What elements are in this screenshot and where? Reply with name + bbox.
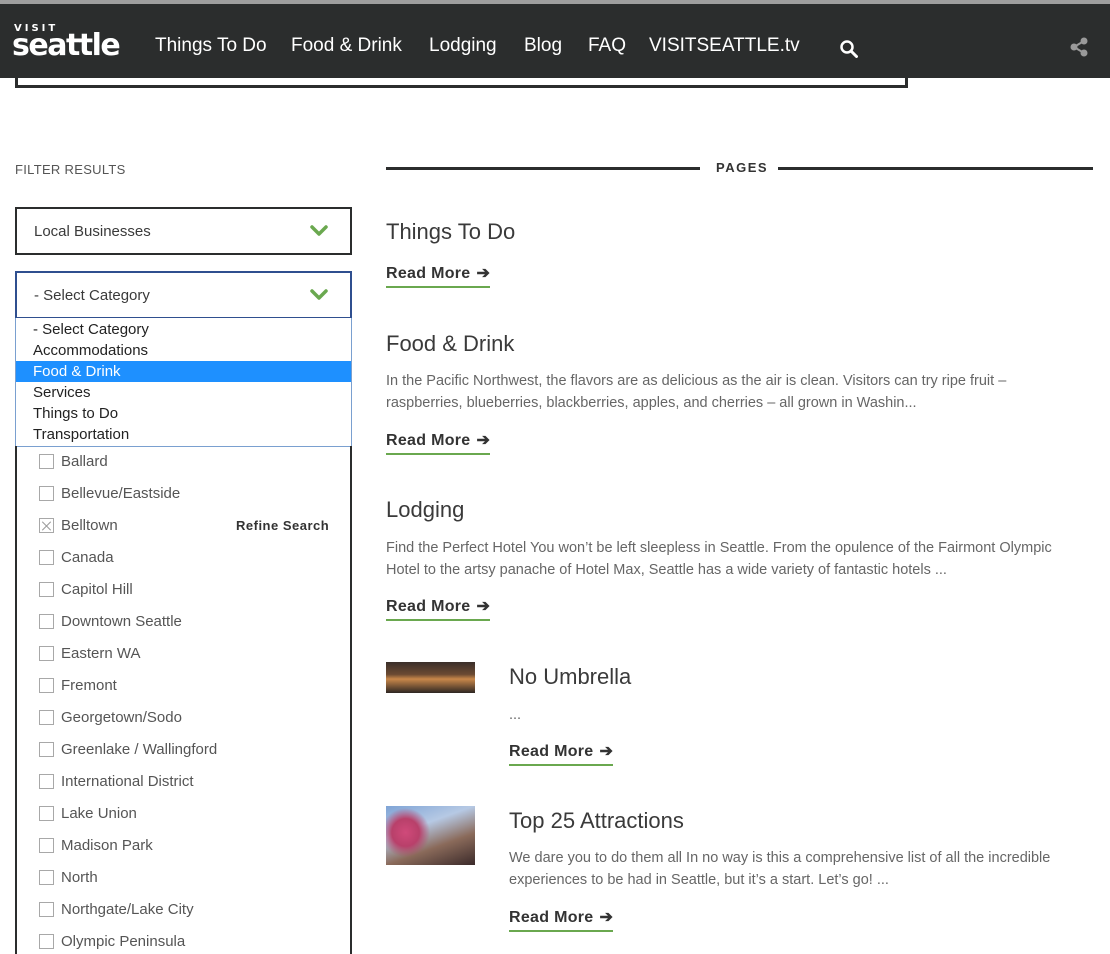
result-thumbnail[interactable] [386, 662, 475, 693]
section-divider [386, 167, 700, 170]
checkbox[interactable] [39, 678, 54, 693]
checkbox[interactable] [39, 742, 54, 757]
nav-lodging[interactable]: Lodging [429, 34, 497, 58]
checkbox[interactable] [39, 870, 54, 885]
category-option-transportation[interactable]: Transportation [16, 424, 351, 445]
neighborhood-label: Fremont [61, 677, 117, 694]
arrow-right-icon: ➔ [599, 743, 614, 760]
checkbox[interactable] [39, 902, 54, 917]
result-title[interactable]: Lodging [386, 497, 464, 523]
category-option-accommodations[interactable]: Accommodations [16, 340, 351, 361]
read-more-link[interactable]: Read More ➔ [509, 741, 614, 766]
category-option-things-to-do[interactable]: Things to Do [16, 403, 351, 424]
read-more-label: Read More [386, 432, 471, 449]
refine-search-button[interactable]: Refine Search [236, 518, 329, 533]
read-more-link[interactable]: Read More ➔ [386, 263, 491, 288]
checkbox[interactable] [39, 454, 54, 469]
category-option-food-drink[interactable]: Food & Drink [16, 361, 351, 382]
result-description: Find the Perfect Hotel You won’t be left… [386, 540, 1052, 578]
checkbox[interactable] [39, 486, 54, 501]
neighborhood-label: North [61, 869, 98, 886]
neighborhood-label: Greenlake / Wallingford [61, 741, 218, 758]
read-more-label: Read More [509, 909, 594, 926]
read-more-link[interactable]: Read More ➔ [386, 596, 491, 621]
result-title[interactable]: Top 25 Attractions [509, 808, 684, 834]
neighborhood-label: Olympic Peninsula [61, 933, 186, 950]
arrow-right-icon: ➔ [476, 265, 491, 282]
search-icon[interactable] [840, 40, 858, 58]
result-description: In the Pacific Northwest, the flavors ar… [386, 373, 1007, 411]
neighborhood-label: Lake Union [61, 805, 137, 822]
arrow-right-icon: ➔ [599, 909, 614, 926]
checkbox[interactable] [39, 934, 54, 949]
category-option-select[interactable]: - Select Category [16, 319, 351, 340]
type-select[interactable]: Local Businesses [15, 207, 352, 255]
nav-faq[interactable]: FAQ [588, 34, 626, 58]
read-more-label: Read More [386, 598, 471, 615]
category-option-services[interactable]: Services [16, 382, 351, 403]
result-title[interactable]: No Umbrella [509, 664, 631, 690]
neighborhood-label: Downtown Seattle [61, 613, 182, 630]
nav-things-to-do[interactable]: Things To Do [155, 34, 267, 58]
category-select-value: - Select Category [34, 287, 150, 304]
checkbox[interactable] [39, 774, 54, 789]
checkbox[interactable] [39, 614, 54, 629]
category-select[interactable]: - Select Category [15, 271, 352, 319]
checkbox[interactable] [39, 582, 54, 597]
filter-results-heading: FILTER RESULTS [15, 162, 126, 177]
search-box-edge [15, 78, 908, 88]
logo-seattle-text: seattle [12, 28, 121, 63]
neighborhood-label: Bellevue/Eastside [61, 485, 181, 502]
neighborhood-label: Georgetown/Sodo [61, 709, 182, 726]
neighborhood-label: International District [61, 773, 194, 790]
section-divider [778, 167, 1093, 170]
neighborhood-label: Madison Park [61, 837, 153, 854]
result-description: We dare you to do them all In no way is … [509, 850, 1051, 888]
checkbox[interactable] [39, 646, 54, 661]
result-description: ... [509, 707, 522, 723]
nav-food-drink[interactable]: Food & Drink [291, 34, 402, 58]
neighborhood-label: Capitol Hill [61, 581, 133, 598]
checkbox[interactable] [39, 710, 54, 725]
read-more-link[interactable]: Read More ➔ [509, 907, 614, 932]
checkbox[interactable] [39, 838, 54, 853]
result-title[interactable]: Things To Do [386, 219, 515, 245]
chevron-down-icon [310, 289, 328, 300]
site-header: VISIT seattle Things To Do Food & Drink … [0, 4, 1110, 78]
neighborhood-label: Ballard [61, 453, 108, 470]
checkbox[interactable] [39, 550, 54, 565]
nav-blog[interactable]: Blog [524, 34, 562, 58]
neighborhood-label: Northgate/Lake City [61, 901, 194, 918]
share-icon[interactable] [1068, 36, 1090, 58]
neighborhood-label: Belltown [61, 517, 118, 534]
result-thumbnail[interactable] [386, 806, 475, 865]
neighborhood-label: Eastern WA [61, 645, 141, 662]
result-title[interactable]: Food & Drink [386, 331, 514, 357]
section-label-pages: PAGES [716, 160, 769, 175]
read-more-label: Read More [386, 265, 471, 282]
category-dropdown-list: - Select Category Accommodations Food & … [15, 318, 352, 447]
read-more-link[interactable]: Read More ➔ [386, 430, 491, 455]
arrow-right-icon: ➔ [476, 432, 491, 449]
checkbox[interactable] [39, 806, 54, 821]
nav-visitseattle-tv[interactable]: VISITSEATTLE.tv [649, 34, 800, 58]
neighborhood-label: Canada [61, 549, 114, 566]
arrow-right-icon: ➔ [476, 598, 491, 615]
checkbox-checked[interactable] [39, 518, 54, 533]
chevron-down-icon [310, 225, 328, 236]
site-logo[interactable]: VISIT seattle [12, 24, 121, 63]
read-more-label: Read More [509, 743, 594, 760]
type-select-value: Local Businesses [34, 223, 151, 240]
